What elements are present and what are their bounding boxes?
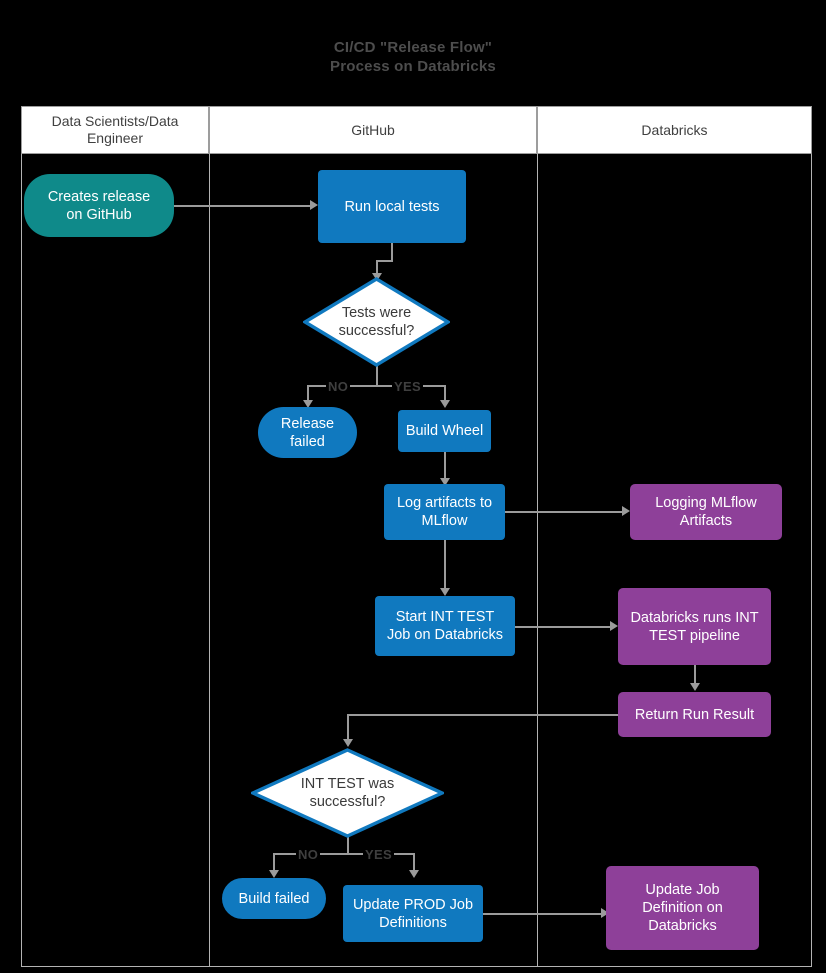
node-return-run-result[interactable]: Return Run Result [618, 692, 771, 737]
node-label: Build Wheel [405, 423, 484, 439]
node-label: Tests were successful? [338, 305, 415, 339]
lane-header-github: GitHub [209, 106, 537, 154]
edge-return-down [347, 714, 349, 742]
edge-arrow [343, 739, 353, 747]
edge-tests-stem [376, 366, 378, 386]
lane-header-databricks: Databricks [537, 106, 812, 154]
edge-arrow [409, 870, 419, 878]
edge-arrow [610, 621, 618, 631]
lane-header-label: GitHub [351, 121, 395, 138]
node-run-local-tests[interactable]: Run local tests [318, 170, 466, 243]
node-update-prod-job[interactable]: Update PROD Job Definitions [343, 885, 483, 942]
edge-arrow [622, 506, 630, 516]
edge-label-int-no: NO [296, 847, 321, 862]
edge-prod-to-update [483, 913, 602, 915]
node-label: Release failed [280, 415, 335, 450]
node-start-int-test[interactable]: Start INT TEST Job on Databricks [375, 596, 515, 656]
node-build-wheel[interactable]: Build Wheel [398, 410, 491, 452]
node-release-failed[interactable]: Release failed [258, 407, 357, 458]
node-label: Creates release on GitHub [47, 188, 151, 223]
node-label: Return Run Result [634, 706, 755, 723]
node-label: Databricks runs INT TEST pipeline [630, 609, 759, 644]
edge-label-int-yes: YES [363, 847, 394, 862]
node-label: Run local tests [344, 198, 440, 215]
lane-header-label: Data Scientists/Data Engineer [51, 113, 179, 146]
node-label: Log artifacts to MLflow [396, 495, 493, 529]
edge-label-tests-yes: YES [392, 379, 423, 394]
node-creates-release[interactable]: Creates release on GitHub [24, 174, 174, 237]
node-build-failed[interactable]: Build failed [222, 878, 326, 919]
diagram-title: CI/CD "Release Flow" Process on Databric… [330, 39, 496, 75]
lane-header-label: Databricks [641, 121, 708, 138]
edge-label-tests-no: NO [326, 379, 351, 394]
edge-runtests-jog [376, 260, 393, 262]
lane-divider-2 [537, 154, 538, 967]
node-int-test-successful[interactable]: INT TEST was successful? [251, 748, 444, 838]
edge-databricks-to-return [694, 665, 696, 685]
edge-arrow [690, 683, 700, 691]
node-label: Update Job Definition on Databricks [642, 882, 723, 934]
node-databricks-int-test[interactable]: Databricks runs INT TEST pipeline [618, 588, 771, 665]
edge-return-to-diamond [347, 714, 618, 716]
edge-log-to-mlflow [505, 511, 623, 513]
node-label: Start INT TEST Job on Databricks [386, 609, 504, 643]
node-label: INT TEST was successful? [300, 776, 395, 810]
edge-arrow [440, 588, 450, 596]
edge-log-to-inttest [444, 540, 446, 590]
edge-arrow [440, 400, 450, 408]
edge-int-stem [347, 836, 349, 854]
lane-header-data-scientists: Data Scientists/Data Engineer [21, 106, 209, 154]
edge-wheel-to-log [444, 452, 446, 480]
edge-start-to-databricks [515, 626, 611, 628]
node-tests-successful[interactable]: Tests were successful? [303, 277, 450, 367]
node-label: Build failed [238, 890, 310, 907]
edge-runtests-down [391, 243, 393, 261]
edge-arrow [269, 870, 279, 878]
node-logging-mlflow[interactable]: Logging MLflow Artifacts [630, 484, 782, 540]
node-update-job-definition[interactable]: Update Job Definition on Databricks [606, 866, 759, 950]
lane-divider-1 [209, 154, 210, 967]
node-label: Logging MLflow Artifacts [655, 495, 757, 529]
node-label: Update PROD Job Definitions [352, 896, 474, 931]
flowchart-canvas: CI/CD "Release Flow" Process on Databric… [0, 0, 826, 973]
edge-creates-to-runtests [174, 205, 311, 207]
node-log-artifacts[interactable]: Log artifacts to MLflow [384, 484, 505, 540]
edge-arrow [310, 200, 318, 210]
